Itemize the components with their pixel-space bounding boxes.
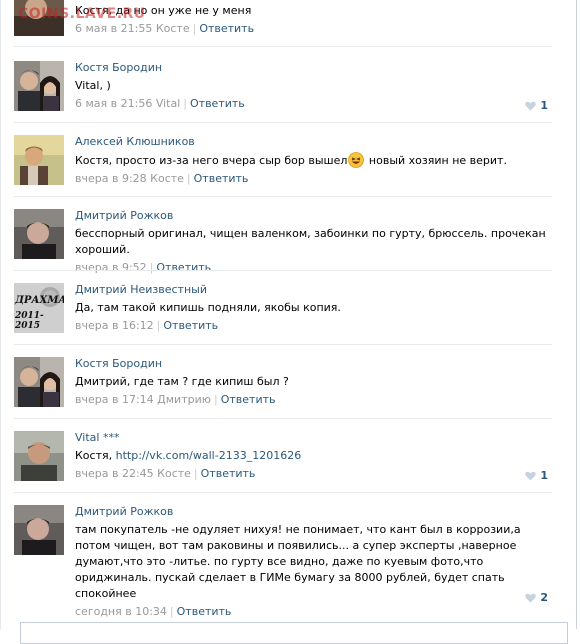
meta-divider: | [169,605,174,618]
avatar[interactable] [14,431,64,481]
comment-author[interactable]: Vital *** [75,431,552,445]
reply-link[interactable]: Ответить [199,22,254,35]
reply-link[interactable]: Ответить [221,393,276,406]
comment-separator [14,418,552,419]
comment-text: Костя, http://vk.com/wall-2133_1201626 [75,448,552,464]
comment-meta: вчера в 16:12 | Ответить [75,319,552,333]
comment-separator [14,492,552,493]
comment-body: Vital *** Костя, http://vk.com/wall-2133… [75,431,552,481]
comment-reply-to[interactable]: Дмитрию [157,393,211,406]
meta-divider: | [193,467,198,480]
comment-text-part: новый хозяин не верит. [365,154,507,167]
comment-reply-to[interactable]: Косте [156,22,190,35]
comment-author[interactable]: Дмитрий Рожков [75,209,552,223]
comment-separator [14,46,552,47]
reply-link[interactable]: Ответить [190,97,245,110]
comment-text-part: Костя, просто из-за него вчера сыр бор в… [75,154,348,167]
comment-item: Vital *** Костя, http://vk.com/wall-2133… [14,431,552,483]
laughing-smiley-icon [348,152,365,168]
comment-reply-to[interactable]: Vital [156,97,180,110]
meta-divider: | [186,172,191,185]
meta-divider: | [183,97,187,110]
reply-link[interactable]: Ответить [201,467,256,480]
comment-author[interactable]: Костя Бородин [75,61,552,75]
avatar[interactable] [14,209,64,259]
comment-item: Костя Бородин Vital, ) 6 мая в 21:56 Vit… [14,61,552,113]
comment-item: Дмитрий Рожков там покупатель -не одуляе… [14,505,552,618]
comment-text: Костя, просто из-за него вчера сыр бор в… [75,152,552,169]
reply-link[interactable]: Ответить [177,605,232,618]
avatar[interactable] [14,61,64,111]
comment-author[interactable]: Дмитрий Рожков [75,505,552,519]
heart-icon [525,471,537,481]
meta-divider: | [156,319,161,332]
avatar[interactable]: ДРАХМА 2011-2015 [14,283,64,333]
comment-date[interactable]: сегодня в 10:34 [75,605,167,618]
comment-text-part: Костя, [75,449,116,462]
comment-body: Дмитрий Неизвестный Да, там такой кипишь… [75,283,552,333]
comment-date[interactable]: 6 мая в 21:56 [75,97,152,110]
comment-body: Алексей Клюшников Костя, просто из-за не… [75,135,552,186]
comment-separator [14,196,552,197]
comment-body: Дмитрий Рожков бесспорный оригинал, чище… [75,209,552,275]
comment-text: Да, там такой кипишь подняли, якобы копи… [75,301,341,314]
comment-meta: вчера в 22:45 Косте | Ответить [75,467,552,481]
comment-meta: вчера в 17:14 Дмитрию | Ответить [75,393,552,407]
reply-link[interactable]: Ответить [194,172,249,185]
comment-meta: 6 мая в 21:55 Косте | Ответить [75,22,552,36]
comment-text: Костя, да но он уже не у меня [75,4,252,17]
watermark: COINS.LAVE.RU [18,6,146,22]
comment-meta: сегодня в 10:34 | Ответить [75,605,552,619]
comment-item: Дмитрий Рожков бесспорный оригинал, чище… [14,209,552,274]
comment-date[interactable]: вчера в 9:28 [75,172,147,185]
avatar-caption: 2011-2015 [15,311,44,331]
comment-separator [14,270,552,271]
avatar[interactable] [14,505,64,555]
comment-author[interactable]: Алексей Клюшников [75,135,552,149]
avatar-caption: ДРАХМА [15,295,64,306]
comment-author[interactable]: Дмитрий Неизвестный [75,283,552,297]
comment-reply-to[interactable]: Косте [157,467,191,480]
comment-date[interactable]: вчера в 17:14 [75,393,154,406]
comment-item: Алексей Клюшников Костя, просто из-за не… [14,135,552,187]
comment-body: Костя, да но он уже не у меня 6 мая в 21… [75,0,552,36]
like-count: 1 [540,99,548,112]
comment-text: бесспорный оригинал, чищен валенком, заб… [75,227,546,256]
meta-divider: | [149,261,154,274]
meta-divider: | [214,393,218,406]
comment-reply-to[interactable]: Косте [150,172,184,185]
comment-separator [14,344,552,345]
comment-meta: вчера в 9:28 Косте | Ответить [75,172,552,186]
avatar[interactable] [14,357,64,407]
comment-text: там покупатель -не одуляет нихуя! не пон… [75,523,521,600]
heart-icon [525,593,537,603]
comment-meta: 6 мая в 21:56 Vital | Ответить [75,97,552,111]
comment-date[interactable]: вчера в 9:52 [75,261,147,274]
comment-separator [14,122,552,123]
comment-body: Костя Бородин Дмитрий, где там ? где кип… [75,357,552,407]
like-count: 1 [540,469,548,482]
like-button[interactable]: 2 [525,591,548,605]
comment-item: Костя Бородин Дмитрий, где там ? где кип… [14,357,552,409]
comment-date[interactable]: вчера в 22:45 [75,467,154,480]
like-button[interactable]: 1 [525,469,548,483]
like-button[interactable]: 1 [525,99,548,113]
meta-divider: | [192,22,197,35]
comment-body: Костя Бородин Vital, ) 6 мая в 21:56 Vit… [75,61,552,111]
reply-link[interactable]: Ответить [163,319,218,332]
comment-date[interactable]: вчера в 16:12 [75,319,154,332]
reply-link[interactable]: Ответить [156,261,211,274]
comment-meta: вчера в 9:52 | Ответить [75,261,552,275]
comment-author[interactable]: Костя Бородин [75,357,552,371]
comment-body: Дмитрий Рожков там покупатель -не одуляе… [75,505,552,619]
comment-link[interactable]: http://vk.com/wall-2133_1201626 [116,449,302,462]
avatar[interactable] [14,135,64,185]
comment-date[interactable]: 6 мая в 21:55 [75,22,152,35]
comment-text: Дмитрий, где там ? где кипиш был ? [75,375,289,388]
comment-item: ДРАХМА 2011-2015 Дмитрий Неизвестный Да,… [14,283,552,335]
comment-input[interactable] [20,622,568,644]
like-count: 2 [540,591,548,604]
heart-icon [525,101,537,111]
comment-text: Vital, ) [75,79,111,92]
